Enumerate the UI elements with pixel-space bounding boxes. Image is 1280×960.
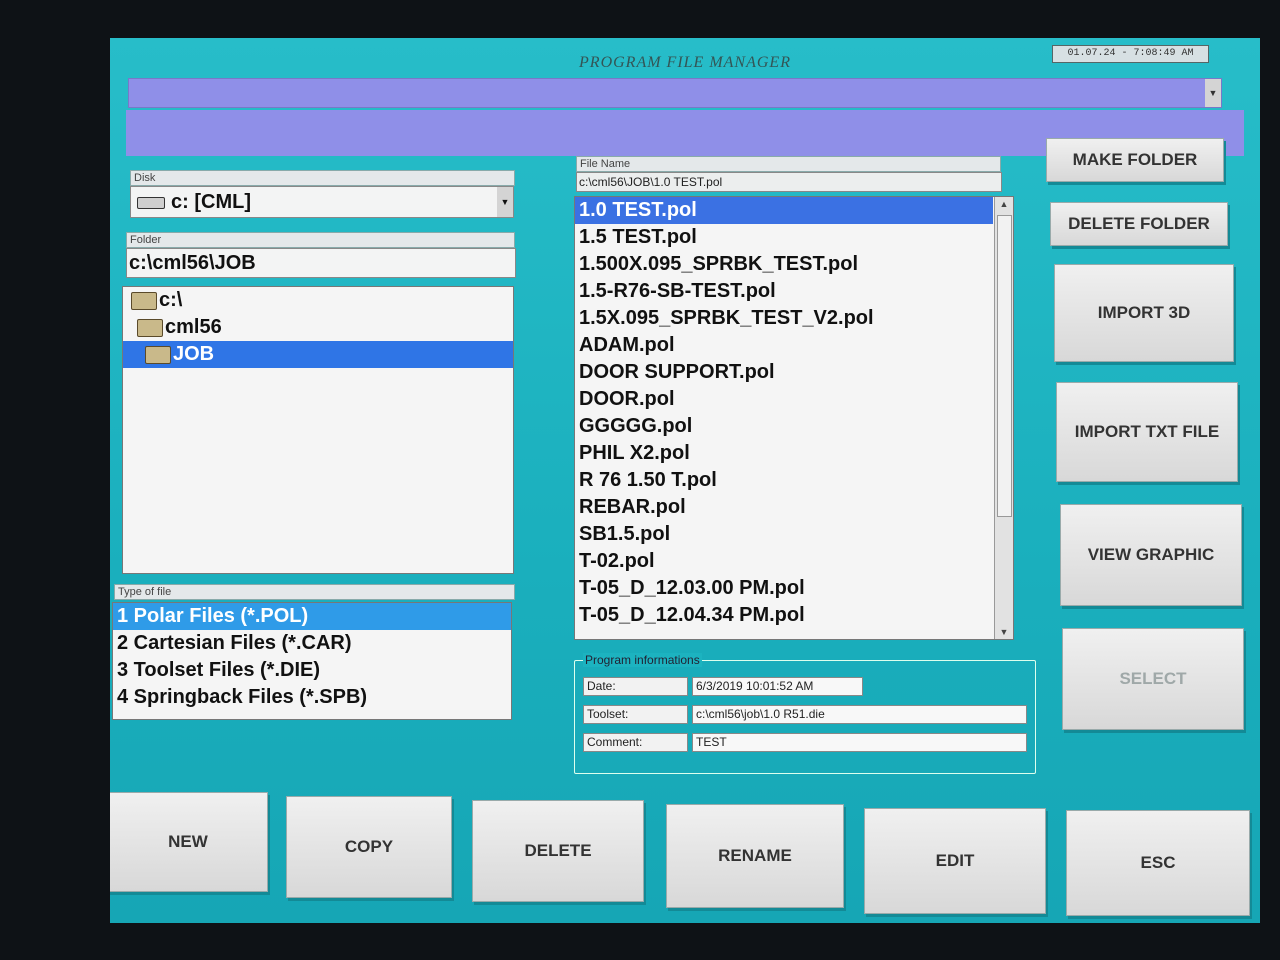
delete-button[interactable]: DELETE	[472, 800, 644, 902]
file-item[interactable]: T-02.pol	[575, 548, 993, 575]
file-item[interactable]: DOOR.pol	[575, 386, 993, 413]
disk-select[interactable]: c: [CML] ▼	[130, 186, 514, 218]
folder-icon	[131, 291, 157, 310]
file-item[interactable]: 1.500X.095_SPRBK_TEST.pol	[575, 251, 993, 278]
new-button[interactable]: NEW	[110, 792, 268, 892]
date-value: 6/3/2019 10:01:52 AM	[692, 677, 863, 696]
file-type-springback[interactable]: 4 Springback Files (*.SPB)	[113, 684, 511, 711]
date-label: Date:	[583, 677, 688, 696]
program-file-manager-screen: PROGRAM FILE MANAGER 01.07.24 - 7:08:49 …	[110, 38, 1260, 923]
file-name-caption: File Name	[576, 156, 1001, 172]
copy-button[interactable]: COPY	[286, 796, 452, 898]
scroll-down-icon[interactable]: ▼	[995, 625, 1013, 639]
tree-item-cml56[interactable]: cml56	[123, 314, 513, 341]
file-item[interactable]: ADAM.pol	[575, 332, 993, 359]
scroll-thumb[interactable]	[997, 215, 1012, 517]
file-item[interactable]: R 76 1.50 T.pol	[575, 467, 993, 494]
esc-button[interactable]: ESC	[1066, 810, 1250, 916]
file-type-cartesian[interactable]: 2 Cartesian Files (*.CAR)	[113, 630, 511, 657]
file-type-caption: Type of file	[114, 584, 515, 600]
tree-item-job[interactable]: JOB	[123, 341, 513, 368]
file-item[interactable]: REBAR.pol	[575, 494, 993, 521]
file-type-list[interactable]: 1 Polar Files (*.POL) 2 Cartesian Files …	[112, 602, 512, 720]
file-name-field[interactable]: c:\cml56\JOB\1.0 TEST.pol	[576, 172, 1002, 192]
folder-caption: Folder	[126, 232, 515, 248]
disk-value: c: [CML]	[171, 191, 251, 213]
delete-folder-button[interactable]: DELETE FOLDER	[1050, 202, 1228, 246]
file-item[interactable]: SB1.5.pol	[575, 521, 993, 548]
file-list-scrollbar[interactable]: ▲ ▼	[994, 197, 1013, 639]
message-dropdown[interactable]: ▼	[128, 78, 1222, 108]
file-item[interactable]: GGGGG.pol	[575, 413, 993, 440]
program-info-group: Program informations Date: 6/3/2019 10:0…	[574, 653, 1036, 774]
file-item[interactable]: PHIL X2.pol	[575, 440, 993, 467]
comment-value: TEST	[692, 733, 1027, 752]
toolset-value: c:\cml56\job\1.0 R51.die	[692, 705, 1027, 724]
disk-caption: Disk	[130, 170, 515, 186]
chevron-down-icon[interactable]: ▼	[1205, 79, 1221, 107]
program-info-caption: Program informations	[583, 653, 702, 667]
folder-icon	[145, 345, 171, 364]
file-item[interactable]: DOOR SUPPORT.pol	[575, 359, 993, 386]
edit-button[interactable]: EDIT	[864, 808, 1046, 914]
folder-tree[interactable]: c:\ cml56 JOB	[122, 286, 514, 574]
file-item[interactable]: T-05_D_12.03.00 PM.pol	[575, 575, 993, 602]
file-type-toolset[interactable]: 3 Toolset Files (*.DIE)	[113, 657, 511, 684]
import-3d-button[interactable]: IMPORT 3D	[1054, 264, 1234, 362]
select-button[interactable]: SELECT	[1062, 628, 1244, 730]
make-folder-button[interactable]: MAKE FOLDER	[1046, 138, 1224, 182]
clock-display: 01.07.24 - 7:08:49 AM	[1052, 45, 1209, 63]
comment-label: Comment:	[583, 733, 688, 752]
file-item[interactable]: 1.0 TEST.pol	[575, 197, 993, 224]
file-item[interactable]: 1.5-R76-SB-TEST.pol	[575, 278, 993, 305]
folder-icon	[137, 318, 163, 337]
file-item[interactable]: 1.5X.095_SPRBK_TEST_V2.pol	[575, 305, 993, 332]
tree-item-root[interactable]: c:\	[123, 287, 513, 314]
scroll-up-icon[interactable]: ▲	[995, 197, 1013, 211]
chevron-down-icon[interactable]: ▼	[497, 187, 513, 217]
file-item[interactable]: 1.5 TEST.pol	[575, 224, 993, 251]
file-list[interactable]: 1.0 TEST.pol 1.5 TEST.pol 1.500X.095_SPR…	[574, 196, 1014, 640]
file-item[interactable]: T-05_D_12.04.34 PM.pol	[575, 602, 993, 629]
import-txt-file-button[interactable]: IMPORT TXT FILE	[1056, 382, 1238, 482]
file-type-polar[interactable]: 1 Polar Files (*.POL)	[113, 603, 511, 630]
view-graphic-button[interactable]: VIEW GRAPHIC	[1060, 504, 1242, 606]
drive-icon	[137, 196, 165, 209]
rename-button[interactable]: RENAME	[666, 804, 844, 908]
folder-path-field[interactable]: c:\cml56\JOB	[126, 248, 516, 278]
toolset-label: Toolset:	[583, 705, 688, 724]
